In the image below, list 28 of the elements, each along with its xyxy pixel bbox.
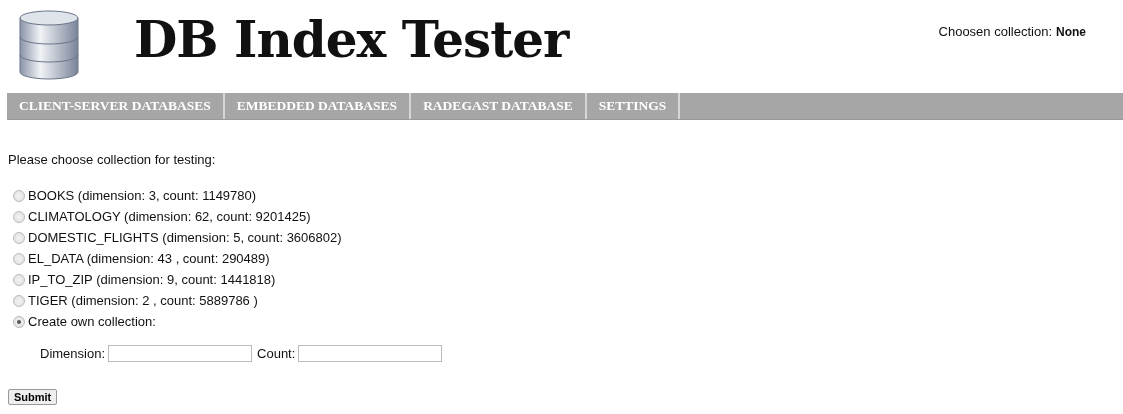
radio-button[interactable] bbox=[13, 231, 25, 244]
app-title: DB Index Tester bbox=[134, 10, 569, 69]
field-label: Count: bbox=[257, 346, 296, 361]
nav-link[interactable]: CLIENT-SERVER DATABASES bbox=[7, 93, 225, 119]
option-label: IP_TO_ZIP (dimension: 9, count: 1441818) bbox=[28, 272, 276, 287]
radio-button[interactable] bbox=[13, 189, 25, 202]
option-label: CLIMATOLOGY (dimension: 62, count: 9201425) bbox=[28, 209, 311, 224]
prompt-text: Please choose collection for testing: bbox=[8, 152, 217, 167]
chosen-collection-value: None bbox=[1056, 25, 1086, 39]
option-label: DOMESTIC_FLIGHTS (dimension: 5, count: 3606802) bbox=[28, 230, 342, 245]
option-label: EL_DATA (dimension: 43 , count: 290489) bbox=[28, 251, 270, 266]
chosen-collection-label: Choosen collection: bbox=[938, 24, 1052, 39]
option-label: Create own collection: bbox=[28, 314, 156, 329]
radio-button[interactable] bbox=[13, 210, 25, 223]
input-field[interactable] bbox=[298, 345, 443, 362]
submit-button[interactable]: Submit bbox=[8, 389, 58, 405]
radio-button[interactable] bbox=[13, 315, 25, 328]
field-label: Dimension: bbox=[40, 346, 106, 361]
radio-button[interactable] bbox=[13, 273, 25, 286]
option-label: BOOKS (dimension: 3, count: 1149780) bbox=[28, 188, 257, 203]
database-icon bbox=[18, 10, 80, 80]
nav-link[interactable]: SETTINGS bbox=[586, 93, 681, 119]
nav-link[interactable]: RADEGAST DATABASE bbox=[411, 93, 587, 119]
radio-button[interactable] bbox=[13, 294, 25, 307]
radio-button[interactable] bbox=[13, 252, 25, 265]
option-label: TIGER (dimension: 2 , count: 5889786 ) bbox=[28, 293, 258, 308]
input-field[interactable] bbox=[108, 345, 253, 362]
nav-link[interactable]: EMBEDDED DATABASES bbox=[224, 93, 412, 119]
